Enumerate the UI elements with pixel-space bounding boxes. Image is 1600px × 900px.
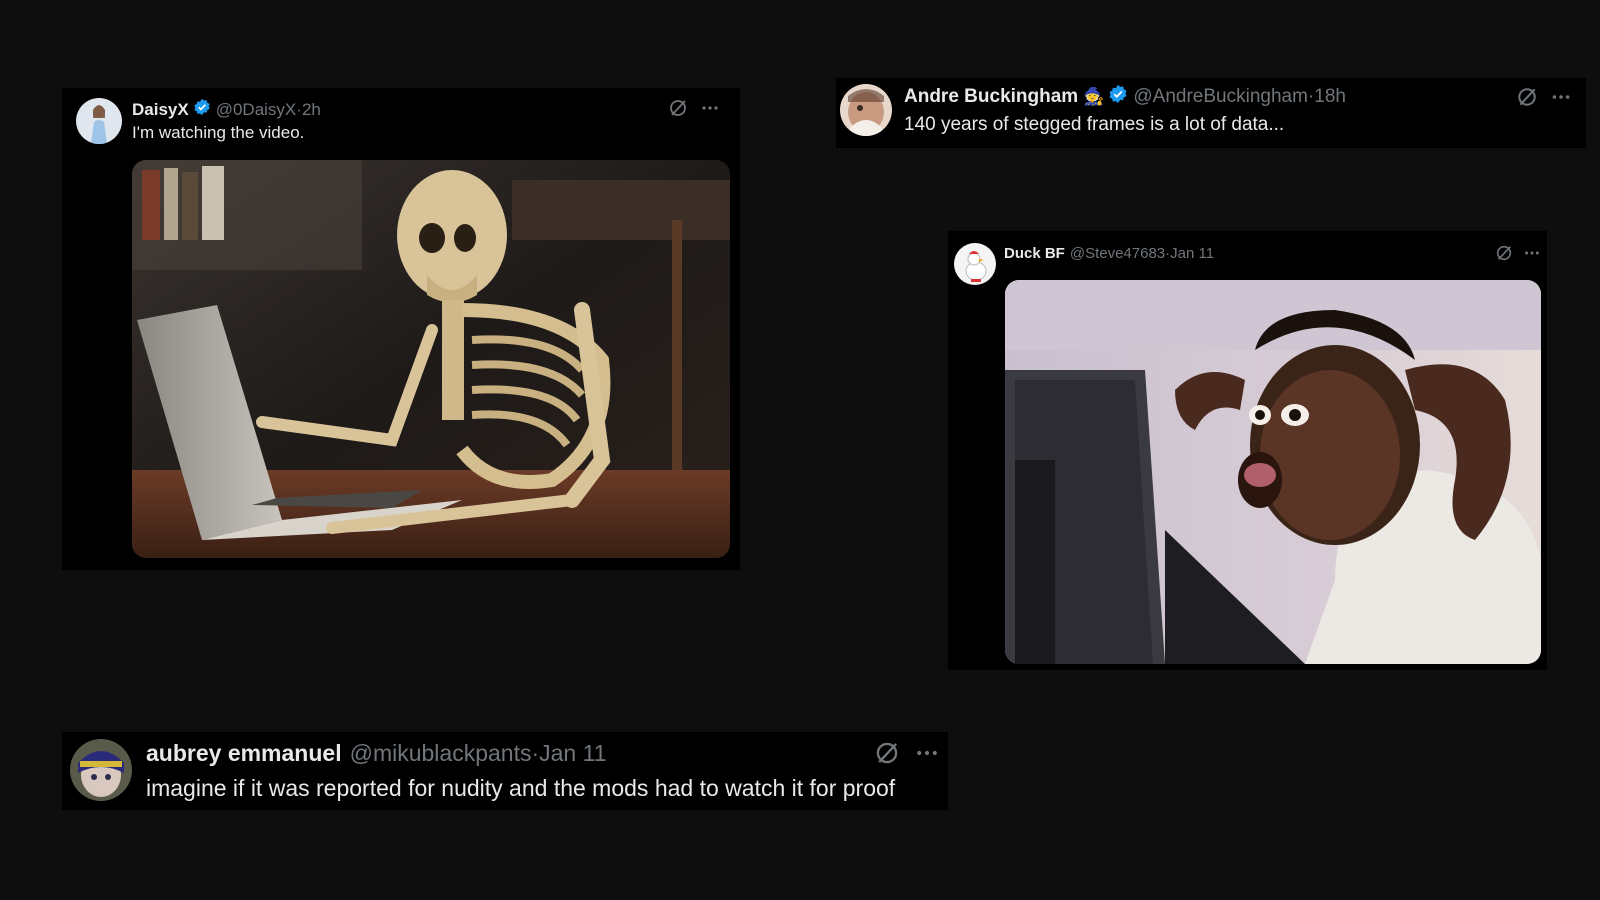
more-options-icon[interactable] xyxy=(700,98,720,123)
separator: · xyxy=(531,740,540,766)
avatar[interactable] xyxy=(840,84,892,136)
more-options-icon[interactable] xyxy=(1523,244,1541,267)
shocked-man-at-computer-photo[interactable] xyxy=(1005,280,1541,664)
avatar[interactable] xyxy=(954,243,996,285)
handle[interactable]: @0DaisyX xyxy=(216,100,297,120)
grok-icon[interactable] xyxy=(874,740,900,771)
tweet-text: imagine if it was reported for nudity an… xyxy=(146,775,896,801)
wizard-emoji: 🧙 xyxy=(1083,87,1105,107)
verified-badge-icon xyxy=(1108,84,1128,110)
display-name[interactable]: aubrey emmanuel xyxy=(146,740,342,767)
handle[interactable]: @Steve47683 xyxy=(1070,245,1165,262)
grok-icon[interactable] xyxy=(668,98,688,123)
grok-icon[interactable] xyxy=(1516,86,1538,113)
timestamp[interactable]: 18h xyxy=(1314,86,1346,108)
tweet-daisyx[interactable]: DaisyX @0DaisyX · 2h I'm watching the vi… xyxy=(62,88,740,570)
avatar[interactable] xyxy=(70,739,132,801)
more-options-icon[interactable] xyxy=(914,740,940,771)
timestamp[interactable]: Jan 11 xyxy=(539,740,606,767)
tweet-aubrey-emmanuel[interactable]: aubrey emmanuel @mikublackpants · Jan 11… xyxy=(62,732,948,810)
display-name[interactable]: Duck BF xyxy=(1004,245,1065,262)
tweet-duck-bf[interactable]: Duck BF @Steve47683 · Jan 11 xyxy=(948,231,1547,670)
avatar[interactable] xyxy=(76,98,122,144)
skeleton-at-laptop-photo[interactable] xyxy=(132,160,730,558)
display-name[interactable]: Andre Buckingham xyxy=(904,86,1078,108)
more-options-icon[interactable] xyxy=(1550,86,1572,113)
grok-icon[interactable] xyxy=(1495,244,1513,267)
handle[interactable]: @AndreBuckingham xyxy=(1133,86,1308,108)
tweet-andre-buckingham[interactable]: Andre Buckingham 🧙 @AndreBuckingham · 18… xyxy=(836,78,1586,148)
handle[interactable]: @mikublackpants xyxy=(350,740,532,767)
tweet-text: I'm watching the video. xyxy=(132,123,305,142)
timestamp[interactable]: Jan 11 xyxy=(1170,245,1214,262)
verified-badge-icon xyxy=(193,98,211,121)
display-name[interactable]: DaisyX xyxy=(132,100,189,120)
timestamp[interactable]: 2h xyxy=(302,100,321,120)
tweet-text: 140 years of stegged frames is a lot of … xyxy=(904,114,1285,135)
